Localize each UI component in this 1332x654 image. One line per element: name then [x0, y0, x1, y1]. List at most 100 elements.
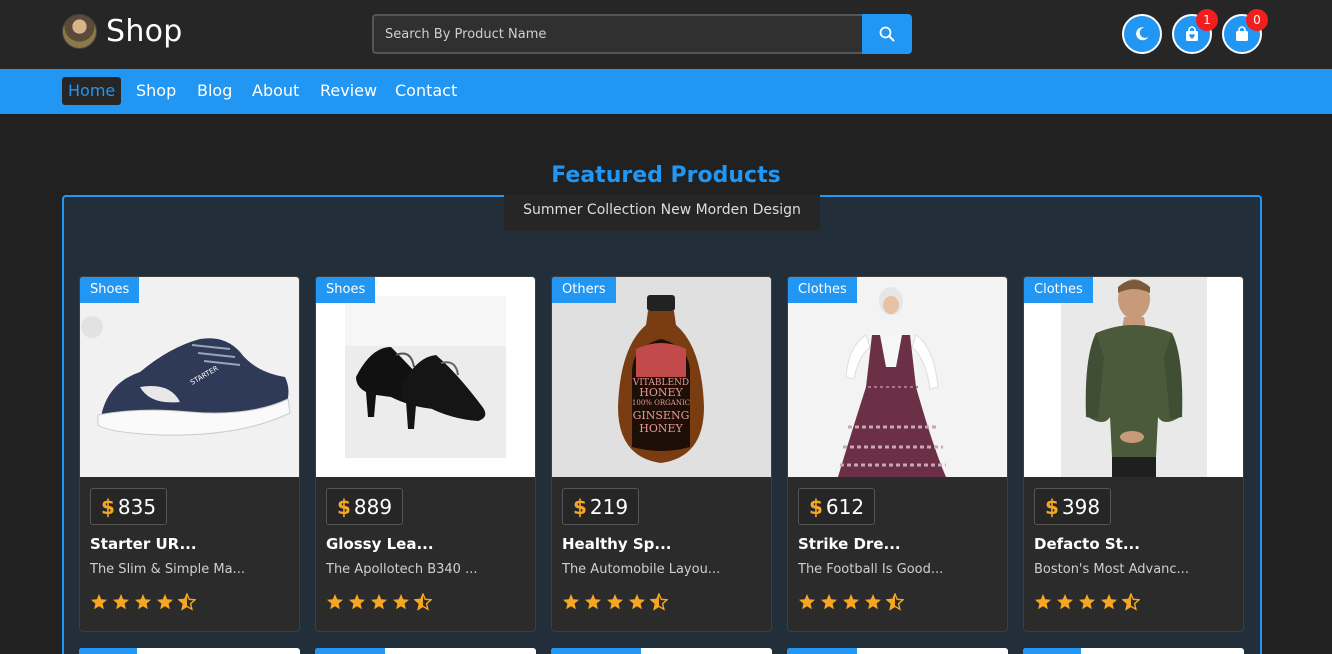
product-image[interactable]: VITABLEND HONEY 100% ORGANIC GINSENG HON… [552, 277, 771, 477]
product-card[interactable]: Shoes $ 889 Glossy Lea... The Apollotech… [315, 276, 536, 632]
product-card-next-row[interactable] [79, 648, 300, 654]
price-box: $ 612 [798, 488, 876, 525]
category-tag: Clothes [788, 277, 857, 303]
star-full-icon [629, 594, 645, 610]
product-card[interactable]: VITABLEND HONEY 100% ORGANIC GINSENG HON… [551, 276, 772, 632]
star-full-icon [607, 594, 623, 610]
cart-button[interactable]: 0 [1222, 9, 1268, 54]
category-tag: Shoes [316, 277, 376, 303]
star-half-icon [414, 593, 432, 611]
rating-stars [562, 593, 668, 611]
category-tag: Clothes [1024, 277, 1093, 303]
category-tag [787, 648, 857, 654]
star-full-icon [799, 594, 815, 610]
product-description: The Slim & Simple Ma... [90, 562, 245, 577]
price-box: $ 835 [90, 488, 168, 525]
product-card-next-row[interactable] [315, 648, 536, 654]
product-card[interactable]: STARTER Shoes $ 835 Starter UR... The Sl… [79, 276, 300, 632]
category-tag: Others [552, 277, 616, 303]
price-value: 835 [117, 494, 157, 519]
section-subtitle: Summer Collection New Morden Design [504, 195, 820, 231]
star-full-icon [327, 594, 343, 610]
brand[interactable]: Shop [62, 14, 183, 49]
honey-line1-text: HONEY [639, 386, 683, 399]
category-tag [1023, 648, 1081, 654]
product-name[interactable]: Healthy Sp... [562, 535, 671, 553]
dress-image [838, 287, 946, 477]
nav-shop[interactable]: Shop [130, 77, 182, 105]
honey-bottle-image: VITABLEND HONEY 100% ORGANIC GINSENG HON… [552, 277, 771, 477]
currency-symbol: $ [101, 494, 115, 519]
search-icon [879, 26, 895, 42]
product-description: The Football Is Good... [798, 562, 944, 577]
currency-symbol: $ [1045, 494, 1059, 519]
wishlist-count-badge: 1 [1196, 9, 1218, 31]
price-value: 612 [825, 494, 865, 519]
star-full-icon [113, 594, 129, 610]
product-card[interactable]: Clothes $ 398 Defacto St... Boston's Mos… [1023, 276, 1244, 632]
price-box: $ 398 [1034, 488, 1112, 525]
search-button[interactable] [862, 14, 912, 54]
star-full-icon [821, 594, 837, 610]
star-half-icon [1122, 593, 1140, 611]
category-tag [79, 648, 137, 654]
honey-line3-text: GINSENG [633, 409, 690, 422]
avatar [62, 14, 97, 49]
star-half-icon [650, 593, 668, 611]
product-card[interactable]: Clothes $ 612 Strike Dre... The Football… [787, 276, 1008, 632]
currency-symbol: $ [337, 494, 351, 519]
product-image[interactable] [1024, 277, 1243, 477]
rating-stars [90, 593, 196, 611]
shopping-bag-icon [1236, 26, 1248, 41]
star-half-icon [178, 593, 196, 611]
rating-stars [798, 593, 904, 611]
product-name[interactable]: Glossy Lea... [326, 535, 434, 553]
search-input[interactable] [372, 14, 862, 54]
price-box: $ 889 [326, 488, 404, 525]
top-bar: Shop 1 0 [0, 0, 1332, 69]
star-full-icon [1057, 594, 1073, 610]
wishlist-button[interactable]: 1 [1172, 9, 1218, 54]
sweater-image [1061, 277, 1207, 477]
category-tag [315, 648, 385, 654]
product-description: The Apollotech B340 ... [326, 562, 478, 577]
price-value: 398 [1061, 494, 1101, 519]
rating-stars [326, 593, 432, 611]
product-card-next-row[interactable] [1023, 648, 1244, 654]
star-full-icon [1035, 594, 1051, 610]
star-full-icon [843, 594, 859, 610]
search-bar [372, 14, 912, 54]
star-full-icon [585, 594, 601, 610]
currency-symbol: $ [809, 494, 823, 519]
star-full-icon [91, 594, 107, 610]
brand-name: Shop [106, 14, 183, 49]
product-image[interactable]: STARTER [80, 277, 299, 477]
dark-mode-toggle[interactable] [1122, 14, 1162, 54]
product-name[interactable]: Starter UR... [90, 535, 197, 553]
shopping-bag-heart-icon [1186, 26, 1198, 41]
product-image[interactable] [788, 277, 1007, 477]
nav-about[interactable]: About [246, 77, 305, 105]
price-value: 889 [353, 494, 393, 519]
star-full-icon [157, 594, 173, 610]
star-full-icon [371, 594, 387, 610]
price-value: 219 [589, 494, 629, 519]
cart-count-badge: 0 [1246, 9, 1268, 31]
product-description: Boston's Most Advanc... [1034, 562, 1189, 577]
rating-stars [1034, 593, 1140, 611]
heels-image [345, 296, 506, 458]
nav-contact[interactable]: Contact [389, 77, 463, 105]
product-card-next-row[interactable] [787, 648, 1008, 654]
nav-home[interactable]: Home [62, 77, 122, 105]
star-full-icon [349, 594, 365, 610]
product-description: The Automobile Layou... [562, 562, 721, 577]
star-full-icon [563, 594, 579, 610]
product-name[interactable]: Defacto St... [1034, 535, 1140, 553]
star-full-icon [1079, 594, 1095, 610]
product-name[interactable]: Strike Dre... [798, 535, 901, 553]
product-card-next-row[interactable] [551, 648, 772, 654]
nav-blog[interactable]: Blog [191, 77, 238, 105]
product-image[interactable] [316, 277, 535, 477]
currency-symbol: $ [573, 494, 587, 519]
nav-review[interactable]: Review [314, 77, 383, 105]
